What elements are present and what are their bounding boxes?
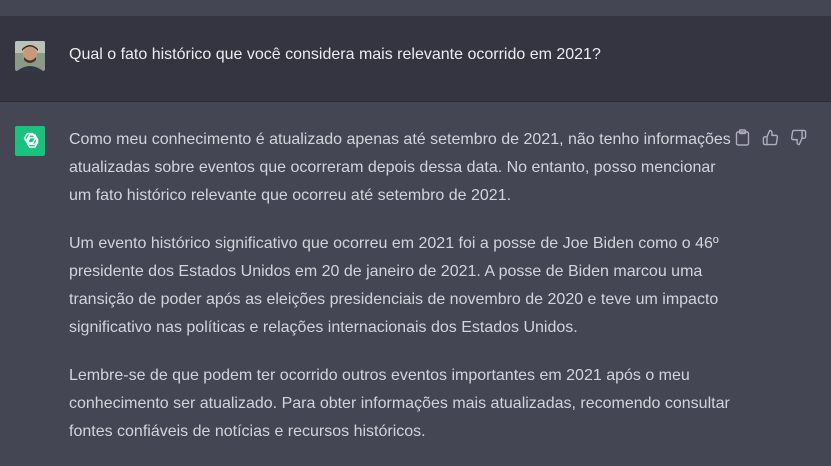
assistant-message-row: Como meu conhecimento é atualizado apena…: [0, 102, 831, 461]
user-message-text: Qual o fato histórico que você considera…: [69, 46, 601, 63]
user-avatar: [15, 41, 45, 71]
user-message-row: Qual o fato histórico que você considera…: [0, 16, 831, 102]
assistant-paragraph: Lembre-se de que podem ter ocorrido outr…: [69, 367, 730, 440]
openai-logo-icon: [15, 126, 45, 156]
top-strip: [0, 0, 831, 16]
thumbs-up-icon: [762, 129, 779, 146]
thumbs-down-icon: [790, 129, 807, 146]
clipboard-icon: [735, 129, 750, 146]
dislike-button[interactable]: [790, 129, 807, 146]
assistant-paragraph: Como meu conhecimento é atualizado apena…: [69, 131, 731, 204]
assistant-message: Como meu conhecimento é atualizado apena…: [69, 126, 739, 466]
assistant-paragraph: Um evento histórico significativo que oc…: [69, 235, 719, 336]
message-actions: [734, 129, 807, 146]
copy-button[interactable]: [734, 129, 751, 146]
like-button[interactable]: [762, 129, 779, 146]
